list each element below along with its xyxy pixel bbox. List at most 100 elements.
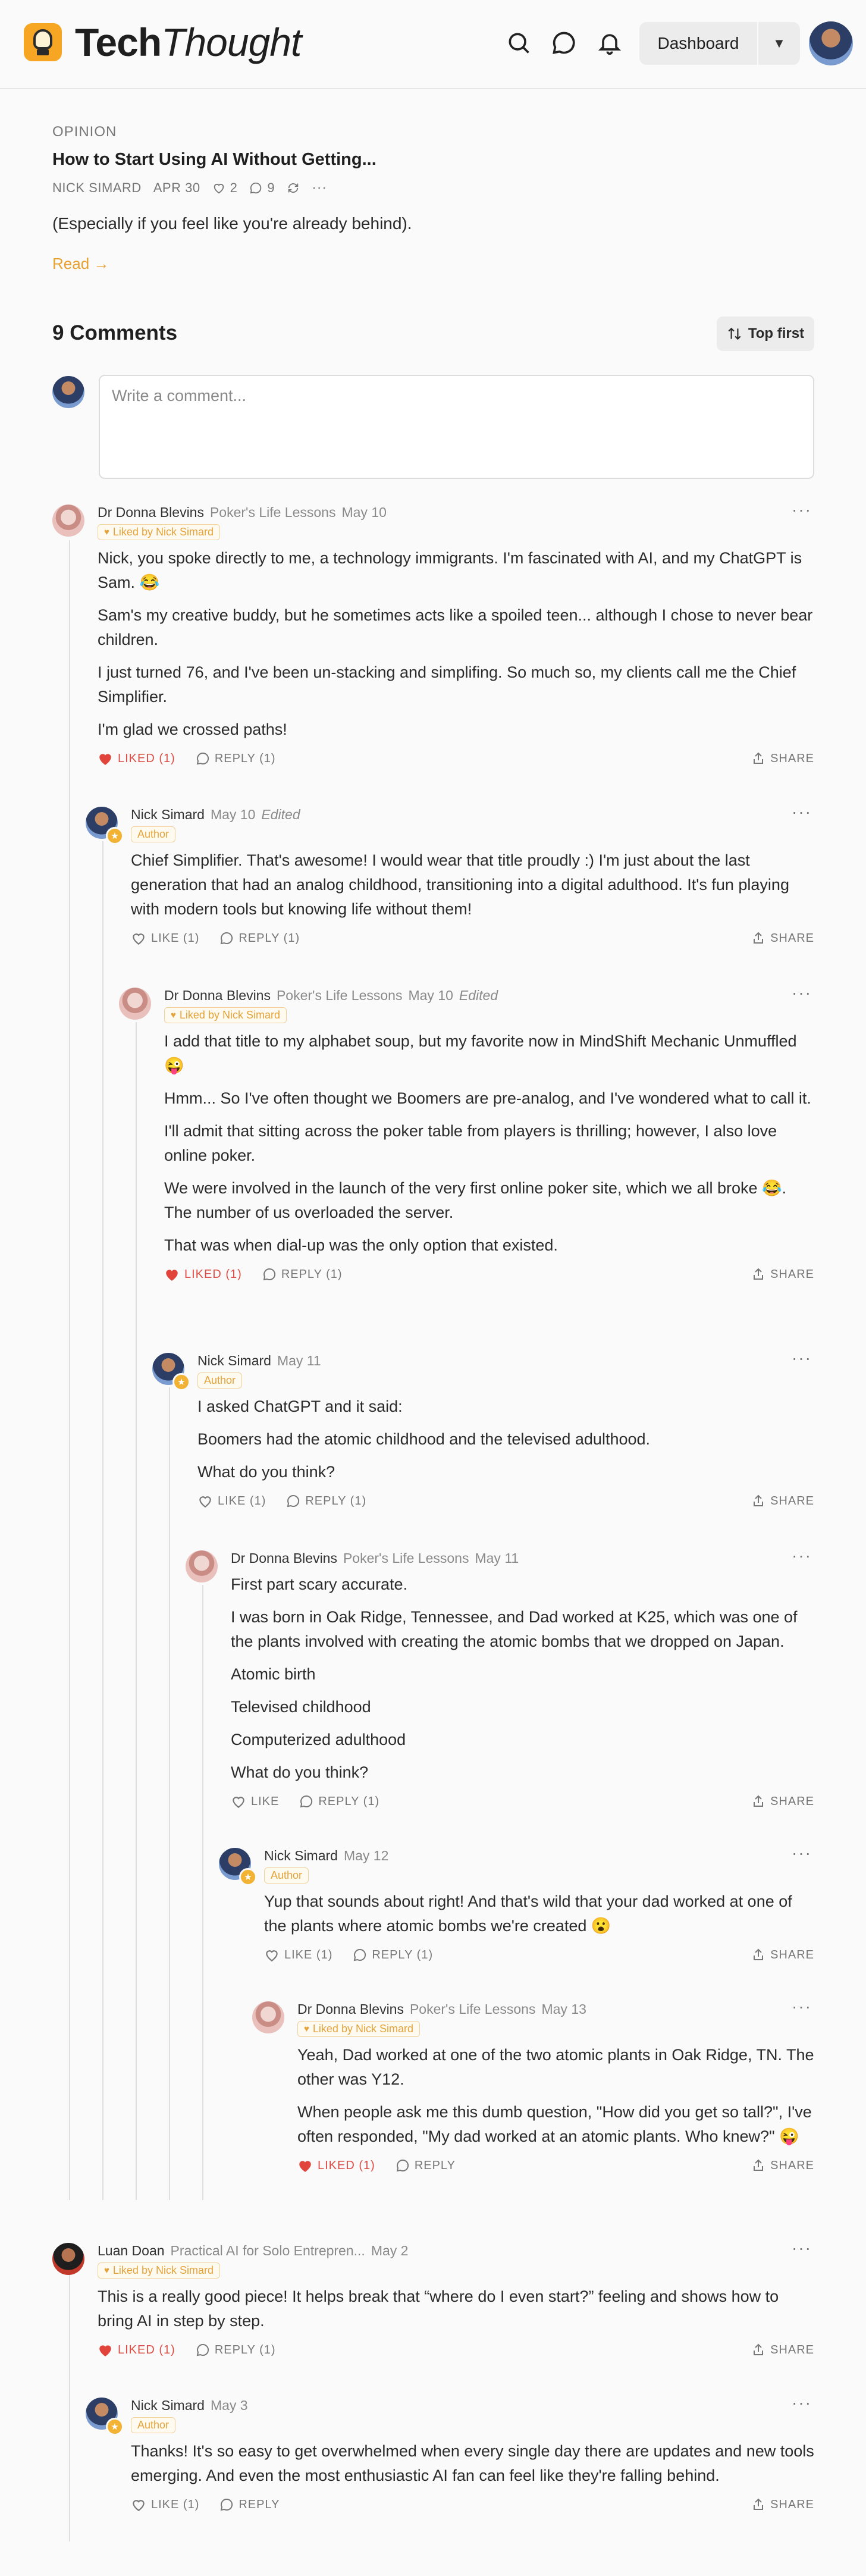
- comment-publication[interactable]: Poker's Life Lessons: [410, 2001, 536, 2017]
- comment-header: Nick Simard May 10 Edited: [131, 807, 814, 823]
- chat-icon[interactable]: [551, 30, 577, 56]
- like-button[interactable]: LIKE (1): [131, 931, 199, 945]
- share-icon: [754, 1268, 764, 1280]
- reply-button[interactable]: REPLY (1): [286, 1494, 366, 1508]
- comment-publication[interactable]: Poker's Life Lessons: [210, 504, 336, 520]
- comment-date[interactable]: May 11: [475, 1550, 519, 1566]
- comment-author[interactable]: Nick Simard: [264, 1848, 338, 1863]
- restack-button[interactable]: [287, 181, 300, 195]
- comment-publication[interactable]: Poker's Life Lessons: [277, 988, 403, 1003]
- post-comment-button[interactable]: 9: [249, 180, 275, 196]
- comment-author[interactable]: Nick Simard: [131, 2398, 205, 2413]
- comment-author[interactable]: Dr Donna Blevins: [164, 988, 271, 1003]
- post-author[interactable]: NICK SIMARD: [52, 180, 142, 196]
- like-button[interactable]: LIKE (1): [264, 1948, 332, 1962]
- comment-publication[interactable]: Poker's Life Lessons: [343, 1550, 469, 1566]
- dashboard-dropdown-icon[interactable]: ▼: [758, 36, 800, 51]
- comment-more-button[interactable]: ···: [792, 2395, 812, 2411]
- heart-small-icon: ♥: [304, 2024, 309, 2034]
- comment-publication[interactable]: Practical AI for Solo Entrepren...: [171, 2243, 365, 2258]
- top-header: TechThought Dashboard ▼: [0, 0, 866, 89]
- comment-more-button[interactable]: ···: [792, 1998, 812, 2015]
- comment-avatar[interactable]: [52, 2243, 84, 2275]
- share-button[interactable]: SHARE: [751, 751, 814, 766]
- share-button[interactable]: SHARE: [751, 2158, 814, 2173]
- share-button[interactable]: SHARE: [751, 1948, 814, 1962]
- comment-paragraph: Boomers had the atomic childhood and the…: [197, 1430, 651, 1448]
- comment-more-button[interactable]: ···: [792, 502, 812, 518]
- comment-date[interactable]: May 12: [344, 1848, 388, 1863]
- comment-more-button[interactable]: ···: [792, 1350, 812, 1367]
- share-button[interactable]: SHARE: [751, 1794, 814, 1809]
- liked-by-badge: ♥ Liked by Nick Simard: [297, 2021, 420, 2037]
- comment-author[interactable]: Luan Doan: [98, 2243, 165, 2258]
- heart-small-icon: ♥: [104, 2265, 109, 2276]
- comment-more-button[interactable]: ···: [792, 2240, 812, 2257]
- comment-more-button[interactable]: ···: [792, 985, 812, 1001]
- author-badge: Author: [131, 826, 176, 842]
- post-more-button[interactable]: ···: [312, 180, 327, 196]
- comment-date[interactable]: May 13: [541, 2001, 586, 2017]
- post-like-button[interactable]: 2: [212, 180, 238, 196]
- like-button[interactable]: LIKE: [231, 1794, 279, 1809]
- comment-more-button[interactable]: ···: [792, 1547, 812, 1564]
- comment-date[interactable]: May 10: [211, 807, 255, 822]
- user-avatar[interactable]: [809, 21, 853, 65]
- comment-actions: LIKE (1) REPLY (1) SHARE: [264, 1948, 814, 1962]
- post-title[interactable]: How to Start Using AI Without Getting...: [52, 150, 376, 170]
- sort-button[interactable]: Top first: [717, 316, 814, 351]
- share-icon: [754, 1795, 764, 1807]
- comment-body: Chief Simplifier. That's awesome! I woul…: [131, 848, 814, 922]
- comment-date[interactable]: May 11: [277, 1353, 321, 1368]
- read-link[interactable]: Read →: [52, 255, 109, 273]
- reply-button[interactable]: REPLY (1): [353, 1948, 433, 1962]
- share-button[interactable]: SHARE: [751, 2497, 814, 2512]
- comment-more-button[interactable]: ···: [792, 1845, 812, 1862]
- reply-button[interactable]: REPLY (1): [299, 1794, 379, 1809]
- comment-author[interactable]: Dr Donna Blevins: [231, 1550, 337, 1566]
- like-button[interactable]: LIKED (1): [98, 2343, 175, 2357]
- comment-paragraph: Thanks! It's so easy to get overwhelmed …: [131, 2442, 814, 2484]
- reply-button[interactable]: REPLY (1): [196, 751, 276, 766]
- comment-input[interactable]: [99, 375, 814, 479]
- reply-icon: [221, 2498, 233, 2511]
- like-button[interactable]: LIKE (1): [197, 1494, 266, 1508]
- dashboard-button[interactable]: Dashboard ▼: [639, 22, 800, 65]
- comment-author[interactable]: Nick Simard: [131, 807, 205, 822]
- like-button[interactable]: LIKED (1): [98, 751, 175, 766]
- site-logo[interactable]: TechThought: [24, 23, 302, 62]
- logo-bulb-icon: [24, 23, 62, 61]
- comment-date[interactable]: May 10: [341, 504, 386, 520]
- comment-paragraph: Sam's my creative buddy, but he sometime…: [98, 606, 813, 648]
- reply-button[interactable]: REPLY: [219, 2497, 280, 2512]
- reply-button[interactable]: REPLY (1): [219, 931, 300, 945]
- comment-author[interactable]: Dr Donna Blevins: [98, 504, 204, 520]
- reply-button[interactable]: REPLY (1): [196, 2343, 276, 2357]
- bell-icon[interactable]: [597, 30, 623, 56]
- comment-date[interactable]: May 3: [211, 2398, 248, 2413]
- comment-avatar[interactable]: [252, 2001, 284, 2033]
- liked-by-badge: ♥ Liked by Nick Simard: [164, 1007, 287, 1023]
- comment-header: Dr Donna Blevins Poker's Life Lessons May …: [98, 504, 814, 521]
- comment-more-button[interactable]: ···: [792, 804, 812, 820]
- comment-actions: LIKED (1) REPLY (1) SHARE: [98, 751, 814, 766]
- share-button[interactable]: SHARE: [751, 1494, 814, 1508]
- share-button[interactable]: SHARE: [751, 1267, 814, 1281]
- share-button[interactable]: SHARE: [751, 931, 814, 945]
- author-star-icon: ★: [106, 827, 124, 845]
- search-icon[interactable]: [506, 30, 532, 56]
- reply-button[interactable]: REPLY (1): [262, 1267, 343, 1281]
- comment-date[interactable]: May 10: [408, 988, 453, 1003]
- comment-date[interactable]: May 2: [371, 2243, 409, 2258]
- comment-avatar[interactable]: [119, 988, 151, 1020]
- comment-author[interactable]: Nick Simard: [197, 1353, 271, 1368]
- like-button[interactable]: LIKED (1): [297, 2158, 375, 2173]
- share-button[interactable]: SHARE: [751, 2343, 814, 2357]
- liked-by-badge: ♥ Liked by Nick Simard: [98, 524, 220, 540]
- comment-avatar[interactable]: [52, 504, 84, 537]
- reply-button[interactable]: REPLY: [396, 2158, 456, 2173]
- like-button[interactable]: LIKED (1): [164, 1267, 242, 1281]
- comment-avatar[interactable]: [186, 1550, 218, 1582]
- comment-author[interactable]: Dr Donna Blevins: [297, 2001, 404, 2017]
- like-button[interactable]: LIKE (1): [131, 2497, 199, 2512]
